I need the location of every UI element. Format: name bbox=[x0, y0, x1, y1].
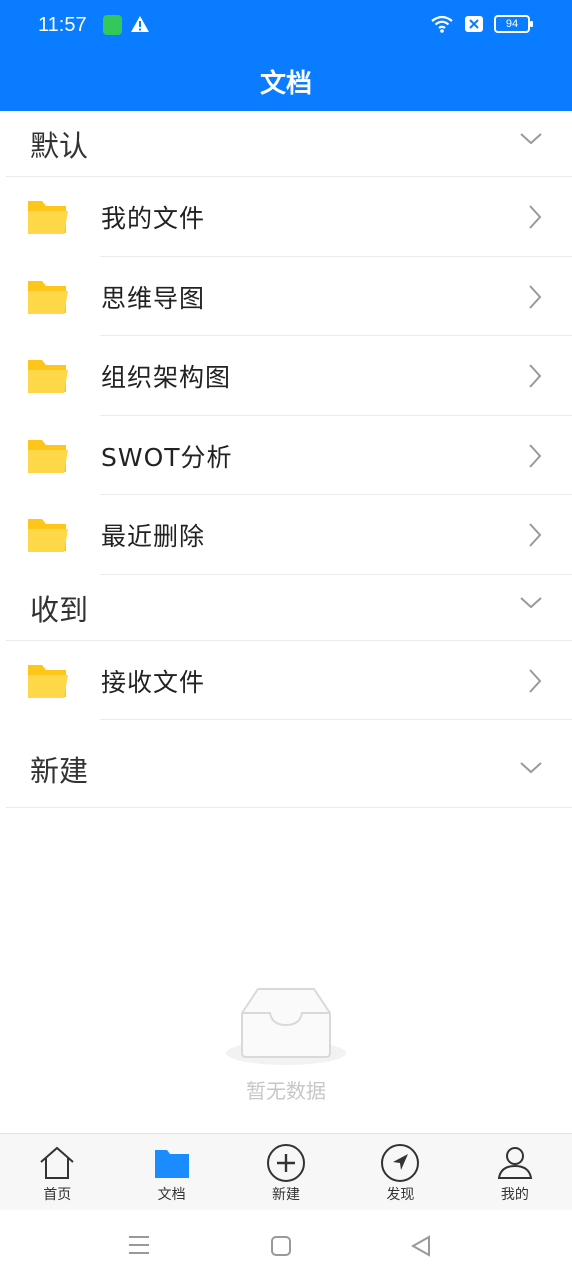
group-header-new[interactable]: 新建 bbox=[6, 720, 572, 808]
group-header-received[interactable]: 收到 bbox=[6, 575, 572, 641]
tab-label: 我的 bbox=[500, 1187, 529, 1203]
chevron-down-icon bbox=[520, 762, 542, 774]
page-title: 文档 bbox=[259, 69, 312, 99]
plus-circle-icon bbox=[267, 1144, 306, 1182]
tab-new[interactable]: 新建 bbox=[229, 1134, 343, 1210]
app-notification-icon bbox=[103, 15, 122, 35]
folder-icon bbox=[28, 280, 68, 314]
empty-state-text: 暂无数据 bbox=[246, 1079, 326, 1103]
chevron-right-icon bbox=[529, 284, 542, 309]
list-item-received-files[interactable]: 接收文件 bbox=[0, 641, 572, 720]
home-icon bbox=[40, 1146, 74, 1179]
list-item-org-chart[interactable]: 组织架构图 bbox=[0, 336, 572, 416]
system-nav-bar bbox=[0, 1210, 572, 1280]
chevron-right-icon bbox=[529, 443, 542, 468]
tab-label: 首页 bbox=[43, 1187, 72, 1203]
tab-label: 新建 bbox=[272, 1187, 301, 1203]
list-item-label: 思维导图 bbox=[101, 283, 206, 313]
tab-discover[interactable]: 发现 bbox=[343, 1134, 457, 1210]
status-bar: 11:57 94 bbox=[0, 0, 572, 52]
chevron-down-icon bbox=[520, 133, 542, 145]
list-item-label: SWOT分析 bbox=[101, 442, 233, 472]
tab-label: 发现 bbox=[386, 1187, 415, 1203]
list-item-label: 接收文件 bbox=[101, 667, 206, 697]
user-icon bbox=[497, 1147, 533, 1179]
group-title: 新建 bbox=[30, 754, 89, 788]
folder-icon bbox=[28, 439, 68, 473]
list-item-my-files[interactable]: 我的文件 bbox=[0, 177, 572, 257]
chevron-down-icon bbox=[520, 596, 542, 608]
folder-icon bbox=[28, 360, 68, 393]
chevron-right-icon bbox=[529, 523, 542, 547]
folder-icon bbox=[28, 519, 68, 552]
wifi-icon bbox=[431, 15, 453, 33]
document-list: 默认 我的文件 思维导图 组织架构图 SWOT分析 最近删除 收到 接收文件 新… bbox=[0, 111, 572, 808]
tab-home[interactable]: 首页 bbox=[0, 1134, 114, 1210]
back-icon[interactable] bbox=[410, 1235, 432, 1257]
empty-inbox-icon bbox=[226, 988, 346, 1065]
app-header: 文档 bbox=[0, 52, 572, 111]
folder-icon bbox=[154, 1150, 189, 1178]
compass-icon bbox=[381, 1144, 420, 1182]
list-item-recently-deleted[interactable]: 最近删除 bbox=[0, 495, 572, 575]
chevron-right-icon bbox=[529, 205, 542, 229]
group-header-default[interactable]: 默认 bbox=[6, 111, 572, 177]
status-time: 11:57 bbox=[38, 14, 87, 36]
sim-off-icon bbox=[465, 16, 483, 32]
tab-mine[interactable]: 我的 bbox=[458, 1134, 572, 1210]
battery-level: 94 bbox=[505, 18, 519, 30]
battery-icon: 94 bbox=[494, 15, 533, 33]
list-item-label: 最近删除 bbox=[101, 522, 206, 551]
tab-label: 文档 bbox=[157, 1187, 186, 1203]
list-item-label: 组织架构图 bbox=[101, 363, 232, 392]
chevron-right-icon bbox=[529, 668, 542, 693]
folder-icon bbox=[28, 664, 68, 698]
group-title: 默认 bbox=[30, 129, 89, 163]
folder-icon bbox=[28, 201, 68, 234]
list-item-label: 我的文件 bbox=[101, 204, 206, 233]
list-item-mind-map[interactable]: 思维导图 bbox=[0, 257, 572, 336]
empty-state: 暂无数据 bbox=[0, 985, 572, 1104]
list-item-swot[interactable]: SWOT分析 bbox=[0, 416, 572, 495]
tab-documents[interactable]: 文档 bbox=[114, 1134, 228, 1210]
bottom-tab-bar: 首页 文档 新建 发现 我的 bbox=[0, 1133, 572, 1210]
home-square-icon[interactable] bbox=[271, 1236, 291, 1256]
menu-icon[interactable] bbox=[128, 1235, 150, 1255]
group-title: 收到 bbox=[30, 592, 89, 627]
warning-icon bbox=[131, 16, 149, 32]
chevron-right-icon bbox=[529, 364, 542, 388]
